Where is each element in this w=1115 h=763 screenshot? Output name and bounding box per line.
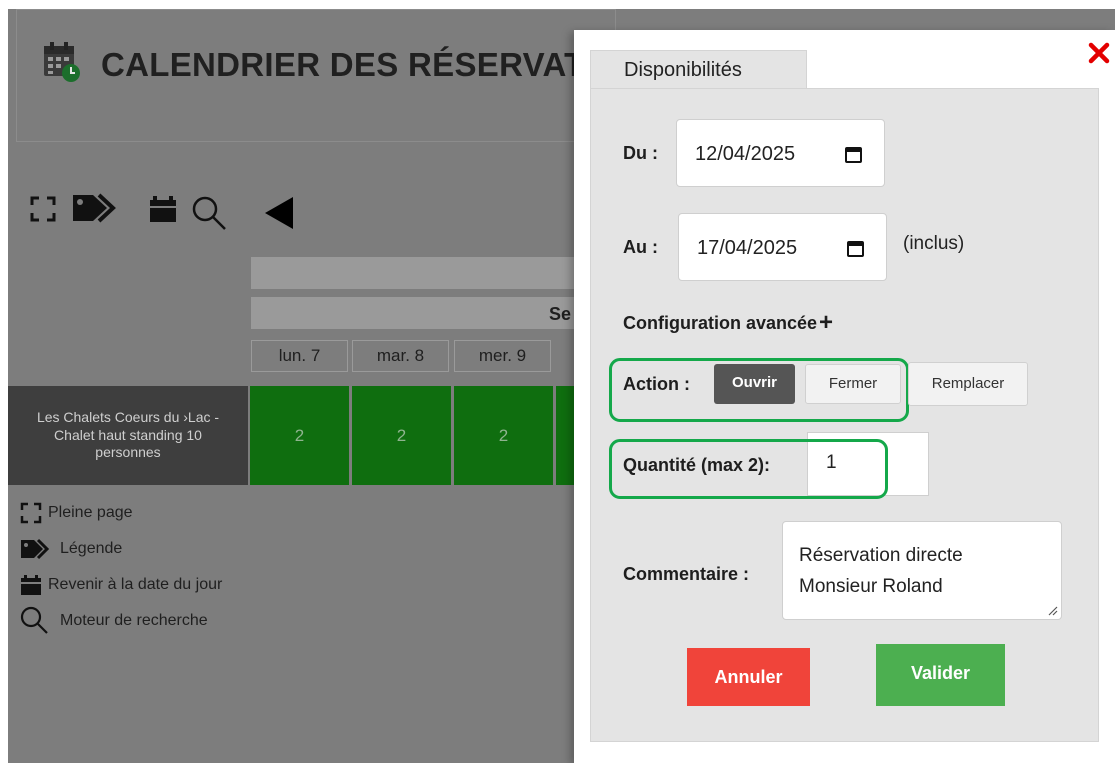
action-label: Action : <box>623 374 690 394</box>
submit-button[interactable]: Valider <box>876 644 1005 706</box>
resize-grip-icon[interactable] <box>1046 604 1058 616</box>
advanced-config-label: Configuration avancée <box>623 313 818 333</box>
to-date-value: 17/04/2025 <box>697 237 798 259</box>
week-label: Se <box>549 304 572 324</box>
tags-icon[interactable] <box>71 191 123 225</box>
room-name-cell: Les Chalets Coeurs du ›Lac - Chalet haut… <box>8 386 248 485</box>
comment-label: Commentaire : <box>623 564 750 584</box>
plus-icon: + <box>819 309 834 336</box>
day-header: mer. 9 <box>454 340 551 372</box>
fullscreen-icon[interactable] <box>30 196 56 222</box>
to-date-input[interactable]: 17/04/2025 <box>678 213 887 281</box>
legend-today[interactable]: Revenir à la date du jour <box>20 573 222 597</box>
previous-arrow-icon[interactable] <box>263 195 295 231</box>
tags-icon <box>21 538 50 560</box>
day-header: lun. 7 <box>251 340 348 372</box>
page-title: CALENDRIER DES RÉSERVATIO <box>101 46 621 83</box>
legend-fullscreen-label: Pleine page <box>48 504 133 521</box>
legend-tags-label: Légende <box>60 540 123 557</box>
comment-textarea[interactable]: Réservation directe Monsieur Roland <box>782 521 1062 620</box>
calendar-icon <box>21 575 41 595</box>
search-icon[interactable] <box>191 195 229 233</box>
room-name: Les Chalets Coeurs du ›Lac - Chalet haut… <box>36 409 220 461</box>
calendar-picker-icon[interactable] <box>847 240 864 257</box>
from-label: Du : <box>623 143 658 163</box>
legend-tags[interactable]: Légende <box>20 537 122 561</box>
legend-today-label: Revenir à la date du jour <box>48 576 223 593</box>
action-open-button[interactable]: Ouvrir <box>714 364 795 404</box>
legend-search[interactable]: Moteur de recherche <box>20 606 208 634</box>
comment-line: Réservation directe <box>799 545 963 566</box>
action-replace-button[interactable]: Remplacer <box>908 362 1028 406</box>
legend-search-label: Moteur de recherche <box>60 612 208 629</box>
inclusive-note: (inclus) <box>903 233 965 254</box>
comment-line: Monsieur Roland <box>799 576 943 597</box>
calendar-picker-icon[interactable] <box>845 146 862 163</box>
availability-cell[interactable]: 2 <box>250 386 349 485</box>
advanced-config-toggle[interactable]: Configuration avancée+ <box>623 309 833 337</box>
cancel-button[interactable]: Annuler <box>687 648 810 706</box>
calendar-icon[interactable] <box>148 194 178 224</box>
quantity-label: Quantité (max 2): <box>623 455 771 475</box>
from-date-input[interactable]: 12/04/2025 <box>676 119 885 187</box>
availability-cell[interactable]: 2 <box>454 386 553 485</box>
tab-availability[interactable]: Disponibilités <box>590 50 807 89</box>
calendar-clock-icon <box>44 42 80 82</box>
search-icon <box>20 606 48 634</box>
availability-cell[interactable]: 2 <box>352 386 451 485</box>
legend-fullscreen[interactable]: Pleine page <box>20 501 133 525</box>
page-header: CALENDRIER DES RÉSERVATIO <box>16 9 620 142</box>
from-date-value: 12/04/2025 <box>695 143 796 165</box>
to-label: Au : <box>623 237 658 257</box>
action-close-button[interactable]: Fermer <box>805 364 901 404</box>
day-header: mar. 8 <box>352 340 449 372</box>
fullscreen-icon <box>20 502 42 524</box>
close-icon[interactable] <box>1088 42 1110 64</box>
